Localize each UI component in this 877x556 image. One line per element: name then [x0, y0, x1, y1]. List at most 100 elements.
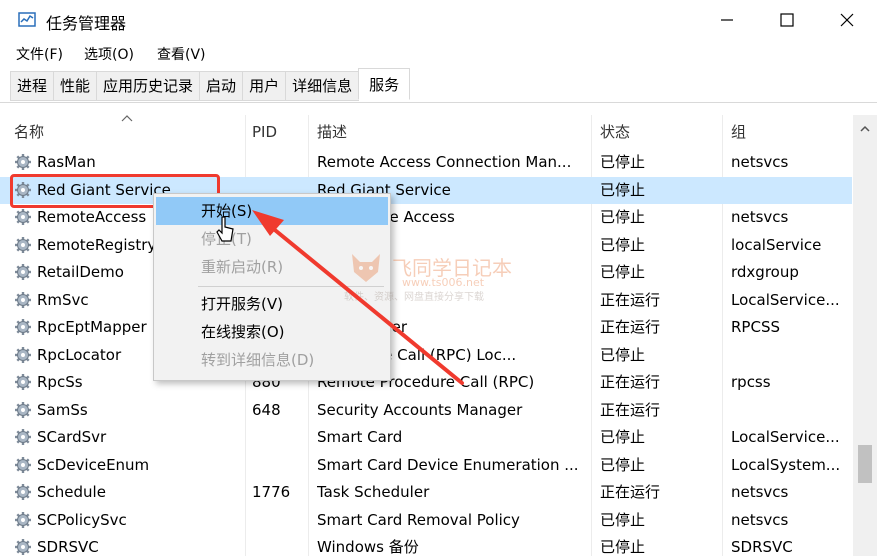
- menu-view[interactable]: 查看(V): [157, 44, 206, 64]
- service-gear-icon: [15, 484, 31, 500]
- tab-app-history[interactable]: 应用历史记录: [96, 71, 201, 101]
- service-name: ScDeviceEnum: [37, 455, 150, 474]
- column-header-pid[interactable]: PID: [246, 115, 309, 149]
- service-gear-icon: [15, 154, 31, 170]
- service-group: SDRSVC: [731, 538, 793, 556]
- maximize-button[interactable]: [757, 0, 817, 40]
- table-row[interactable]: Schedule 1776 Task Scheduler 正在运行 netsvcs: [0, 479, 852, 506]
- service-pid: 1776: [252, 483, 291, 501]
- service-gear-icon: [15, 209, 31, 225]
- tab-startup[interactable]: 启动: [199, 71, 244, 101]
- watermark-subtitle: 软件、资源、网盘直接分享下载: [344, 292, 484, 303]
- service-name: Schedule: [37, 483, 106, 501]
- service-status: 已停止: [600, 235, 646, 254]
- tab-processes[interactable]: 进程: [10, 71, 55, 101]
- context-menu-start[interactable]: 开始(S): [156, 197, 388, 225]
- service-gear-icon: [15, 236, 31, 253]
- tab-divider: [0, 102, 877, 103]
- scroll-thumb[interactable]: [858, 445, 872, 483]
- table-row[interactable]: RpcSs 880 Remote Procedure Call (RPC) 正在运行 r…: [0, 369, 852, 396]
- column-header-description[interactable]: 描述: [309, 115, 592, 149]
- table-row[interactable]: RpcEptMapperoint Mapper正在运行RPCSS: [0, 314, 852, 341]
- service-group: netsvcs: [731, 153, 789, 171]
- maximize-icon: [780, 13, 794, 27]
- service-status: 已停止: [600, 428, 646, 446]
- service-group: netsvcs: [731, 483, 789, 501]
- service-gear-icon: [15, 346, 31, 363]
- service-gear-icon: [15, 429, 31, 445]
- table-row[interactable]: SCPolicySvc Smart Card Removal Policy 已停止 n…: [0, 507, 852, 534]
- service-gear-icon: [15, 456, 31, 473]
- service-gear-icon: [15, 511, 31, 528]
- service-status: 已停止: [600, 153, 646, 171]
- table-row[interactable]: SamSs 648 Security Accounts Manager 正在运行: [0, 397, 852, 424]
- service-status: 已停止: [600, 208, 646, 226]
- service-group: rdxgroup: [731, 263, 799, 281]
- service-pid: [252, 452, 306, 479]
- service-pid: [252, 534, 306, 556]
- service-description: Windows 备份: [317, 538, 419, 556]
- service-status: 正在运行: [600, 373, 661, 391]
- service-status: 正在运行: [600, 318, 661, 336]
- tab-details[interactable]: 详细信息: [285, 71, 360, 101]
- close-button[interactable]: [817, 0, 877, 40]
- scroll-up-button[interactable]: [853, 115, 877, 141]
- service-group: LocalService...: [731, 428, 840, 446]
- menu-options[interactable]: 选项(O): [84, 44, 134, 64]
- chevron-up-icon: [860, 125, 870, 132]
- service-group: [731, 397, 849, 424]
- mouse-cursor-icon: [216, 216, 234, 242]
- service-group: LocalSystem...: [731, 455, 841, 474]
- table-row[interactable]: SDRSVC Windows 备份 已停止 SDRSVC: [0, 534, 852, 556]
- table-row[interactable]: RemoteAccessnd Remote Access已停止netsvcs: [0, 204, 852, 231]
- service-status: 已停止: [600, 455, 646, 474]
- service-gear-icon: [15, 291, 31, 308]
- service-gear-icon: [15, 374, 31, 390]
- service-description: Smart Card: [317, 428, 403, 446]
- window-title: 任务管理器: [46, 14, 127, 33]
- service-name: RasMan: [37, 153, 96, 171]
- minimize-icon: [721, 19, 733, 21]
- tab-users[interactable]: 用户: [242, 71, 287, 101]
- menu-file[interactable]: 文件(F): [16, 44, 63, 64]
- table-row[interactable]: ScDeviceEnum Smart Card Device Enumeratio…: [0, 452, 852, 479]
- service-description: Remote Access Connection Man...: [317, 153, 572, 171]
- service-status: 正在运行: [600, 483, 661, 501]
- service-group: RPCSS: [731, 318, 780, 336]
- watermark: 飞同学日记本 www.ts006.net 软件、资源、网盘直接分享下载: [342, 248, 542, 308]
- service-group: [731, 177, 849, 204]
- column-header-group[interactable]: 组: [723, 115, 852, 149]
- service-group: netsvcs: [731, 510, 789, 529]
- service-description: Smart Card Removal Policy: [317, 510, 520, 529]
- service-group: netsvcs: [731, 208, 789, 226]
- service-group: [731, 342, 849, 369]
- service-description: Smart Card Device Enumeration ...: [317, 455, 579, 474]
- tab-performance[interactable]: 性能: [53, 71, 98, 101]
- service-status: 已停止: [600, 180, 646, 199]
- service-pid: 648: [252, 400, 281, 419]
- service-description: Task Scheduler: [317, 483, 430, 501]
- service-group: localService: [731, 235, 822, 254]
- service-status: 正在运行: [600, 400, 661, 419]
- table-row[interactable]: RpcLocator Procedure Call (RPC) Loc... 已停止: [0, 342, 852, 369]
- service-name: SDRSVC: [37, 538, 99, 556]
- service-status: 已停止: [600, 538, 646, 556]
- service-group: LocalService...: [731, 290, 840, 309]
- service-gear-icon: [15, 539, 31, 555]
- context-menu-search-online[interactable]: 在线搜索(O): [156, 318, 388, 346]
- sort-ascending-icon: [121, 112, 133, 125]
- close-icon: [840, 13, 854, 27]
- service-pid: [252, 507, 306, 534]
- fox-logo-icon: [352, 254, 380, 282]
- service-name: SamSs: [37, 400, 88, 419]
- minimize-button[interactable]: [697, 0, 757, 40]
- title-bar[interactable]: 任务管理器: [0, 0, 877, 40]
- column-header-status[interactable]: 状态: [592, 115, 723, 149]
- table-row[interactable]: RasMan Remote Access Connection Man... 已停止…: [0, 149, 852, 176]
- tab-services[interactable]: 服务: [358, 68, 411, 100]
- service-name: SCardSvr: [37, 428, 107, 446]
- service-name: SCPolicySvc: [37, 510, 127, 529]
- vertical-scrollbar[interactable]: [853, 115, 877, 556]
- service-pid: [252, 424, 306, 451]
- table-row[interactable]: SCardSvr Smart Card 已停止 LocalService...: [0, 424, 852, 451]
